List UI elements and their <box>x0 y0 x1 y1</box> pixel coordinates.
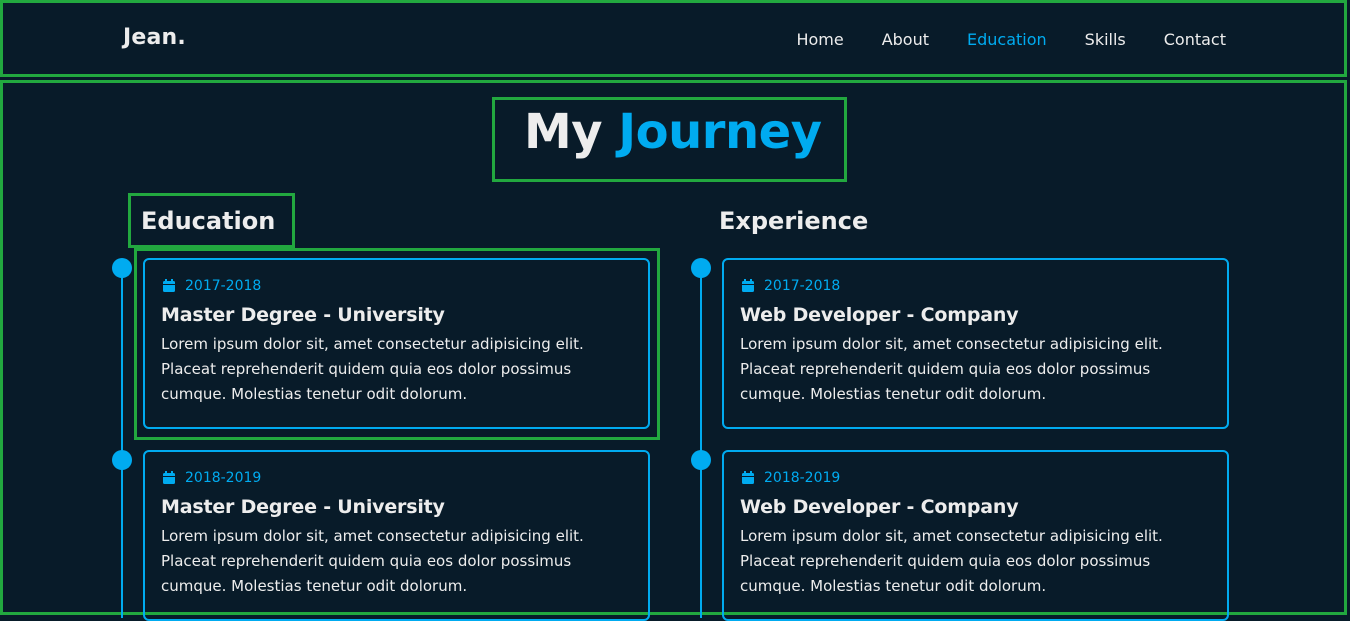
card-year-text: 2018-2019 <box>764 470 841 486</box>
calendar-icon <box>163 471 175 484</box>
logo[interactable]: Jean. <box>123 25 186 50</box>
education-card: 2017-2018 Master Degree - University Lor… <box>143 258 650 429</box>
timeline-dot <box>112 450 132 470</box>
education-timeline-line <box>121 268 123 618</box>
timeline-dot <box>691 258 711 278</box>
card-title: Master Degree - University <box>161 496 445 518</box>
card-description: Lorem ipsum dolor sit, amet consectetur … <box>740 335 1163 403</box>
card-year: 2017-2018 <box>161 278 632 294</box>
education-card: 2018-2019 Master Degree - University Lor… <box>143 450 650 621</box>
page-title-accent: Journey <box>618 104 822 160</box>
experience-timeline-line <box>700 268 702 618</box>
site-header: Jean. Home About Education Skills Contac… <box>0 0 1347 77</box>
card-year: 2018-2019 <box>161 470 632 486</box>
page-title-prefix: My <box>524 104 603 160</box>
card-description: Lorem ipsum dolor sit, amet consectetur … <box>161 527 584 595</box>
nav-skills[interactable]: Skills <box>1085 30 1126 49</box>
card-year: 2018-2019 <box>740 470 1211 486</box>
card-year-text: 2017-2018 <box>764 278 841 294</box>
card-year-text: 2018-2019 <box>185 470 262 486</box>
card-title: Web Developer - Company <box>740 496 1019 518</box>
card-description: Lorem ipsum dolor sit, amet consectetur … <box>161 335 584 403</box>
calendar-icon <box>163 279 175 292</box>
card-title: Master Degree - University <box>161 304 445 326</box>
card-year-text: 2017-2018 <box>185 278 262 294</box>
card-year: 2017-2018 <box>740 278 1211 294</box>
nav-contact[interactable]: Contact <box>1164 30 1226 49</box>
education-column-title: Education <box>141 207 276 235</box>
experience-card: 2017-2018 Web Developer - Company Lorem … <box>722 258 1229 429</box>
timeline-dot <box>691 450 711 470</box>
main-nav: Home About Education Skills Contact <box>758 30 1226 49</box>
card-description: Lorem ipsum dolor sit, amet consectetur … <box>740 527 1163 595</box>
nav-about[interactable]: About <box>882 30 929 49</box>
experience-column-title: Experience <box>719 207 869 235</box>
calendar-icon <box>742 279 754 292</box>
nav-education[interactable]: Education <box>967 30 1047 49</box>
timeline-dot <box>112 258 132 278</box>
page-title: My Journey <box>524 104 822 160</box>
experience-card: 2018-2019 Web Developer - Company Lorem … <box>722 450 1229 621</box>
calendar-icon <box>742 471 754 484</box>
nav-home[interactable]: Home <box>796 30 843 49</box>
card-title: Web Developer - Company <box>740 304 1019 326</box>
